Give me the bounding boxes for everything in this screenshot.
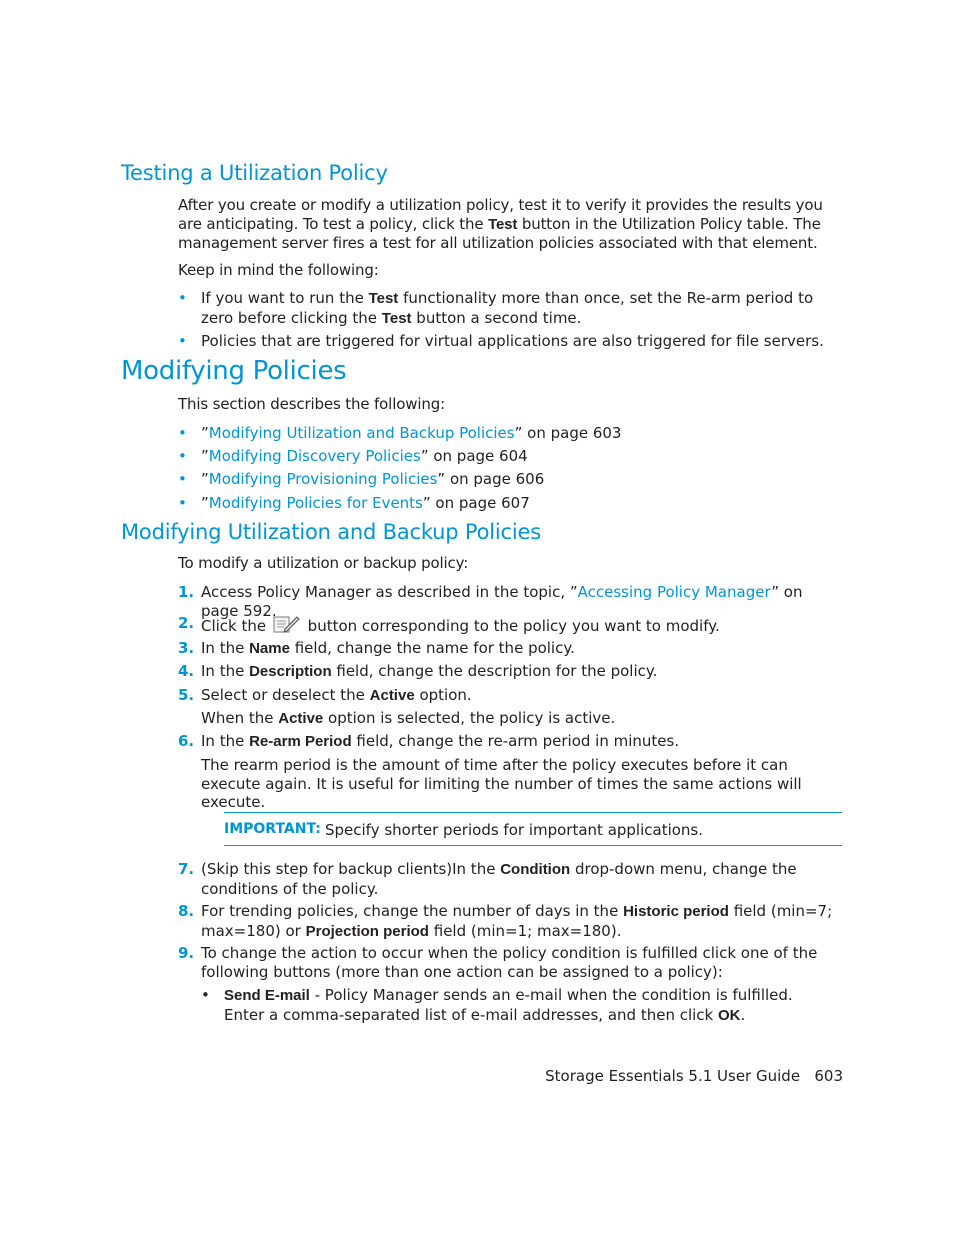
important-text: Specify shorter periods for important ap… [325, 821, 704, 839]
section-title-modifying: Modifying Policies [121, 356, 347, 386]
util-backup-intro: To modify a utilization or backup policy… [178, 554, 469, 572]
xref-link[interactable]: Accessing Policy Manager [578, 583, 772, 601]
step-5-note: When the Active option is selected, the … [201, 709, 616, 727]
testing-intro: After you create or modify a utilization… [178, 196, 823, 252]
section-title-testing: Testing a Utilization Policy [121, 161, 388, 185]
xref-link[interactable]: Modifying Discovery Policies [209, 447, 421, 465]
xref-link[interactable]: Modifying Utilization and Backup Policie… [209, 424, 515, 442]
guide-title: Storage Essentials 5.1 User Guide [545, 1067, 801, 1085]
xref-link[interactable]: Modifying Policies for Events [209, 494, 423, 512]
keep-in-mind: Keep in mind the following: [178, 261, 379, 279]
page-number: 603 [814, 1067, 843, 1085]
xref-link[interactable]: Modifying Provisioning Policies [209, 470, 438, 488]
step-6-note: The rearm period is the amount of time a… [201, 756, 802, 811]
important-note: IMPORTANT: Specify shorter periods for i… [224, 812, 842, 846]
document-page: Testing a Utilization Policy After you c… [121, 161, 843, 1085]
modifying-intro: This section describes the following: [178, 395, 446, 413]
important-label: IMPORTANT: [224, 821, 321, 837]
section-title-util-backup: Modifying Utilization and Backup Policie… [121, 520, 541, 544]
edit-policy-icon [273, 614, 301, 634]
page-footer: Storage Essentials 5.1 User Guide 603 [545, 1067, 843, 1085]
